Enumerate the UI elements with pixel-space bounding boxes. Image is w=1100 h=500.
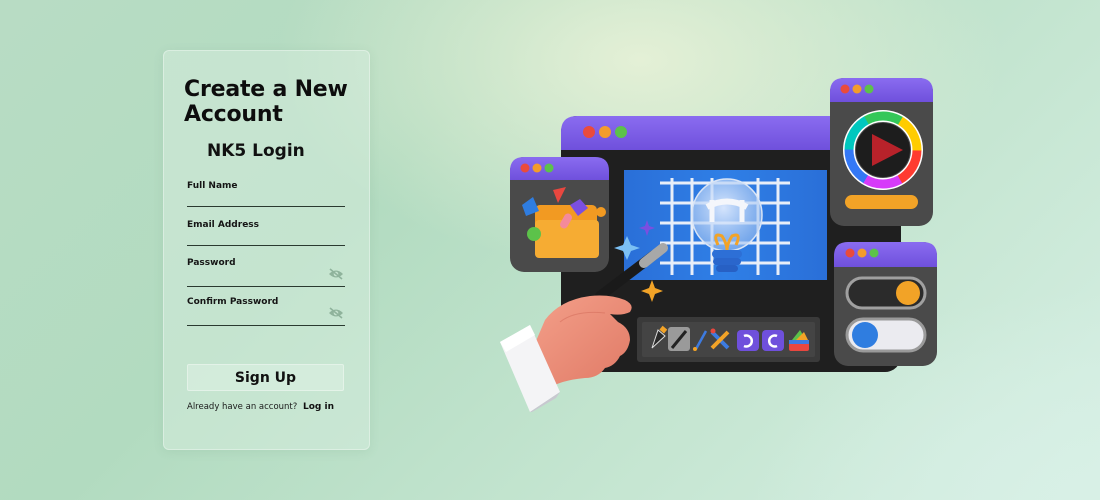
toggle-panel — [834, 242, 937, 366]
folder-panel — [510, 157, 609, 272]
window-minimize-dot — [599, 126, 611, 138]
window-close-dot — [583, 126, 595, 138]
undo-icon — [737, 330, 759, 351]
pointing-hand — [500, 295, 632, 412]
tool-toolbar — [637, 317, 820, 362]
orange-slider-bar — [845, 195, 918, 209]
color-picker-panel — [830, 78, 933, 226]
design-app-illustration — [500, 78, 937, 412]
window-maximize-dot — [615, 126, 627, 138]
redo-icon — [762, 330, 784, 351]
